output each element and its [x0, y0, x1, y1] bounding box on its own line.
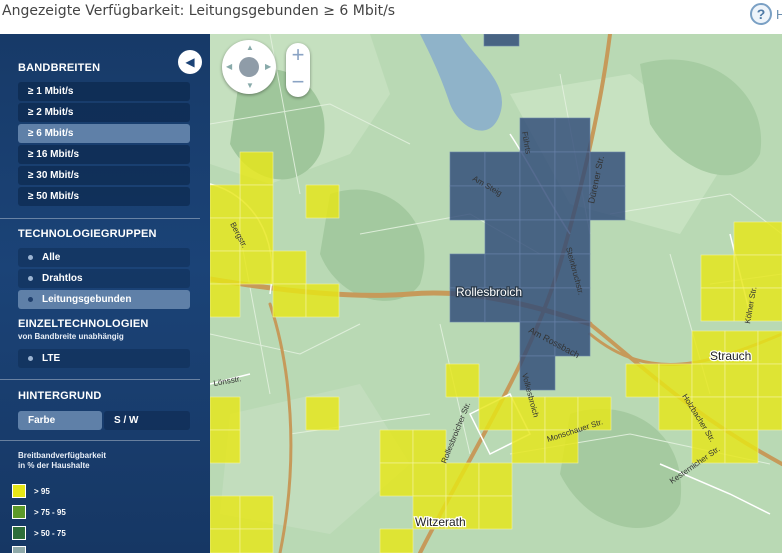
zoom-control: + −: [286, 43, 310, 97]
radio-dot-icon: [28, 297, 33, 302]
techgroup-label: Drahtlos: [42, 273, 83, 284]
pan-control[interactable]: ▲ ▼ ◀ ▶: [222, 40, 276, 94]
top-bar: Angezeigte Verfügbarkeit: Leitungsgebund…: [0, 0, 782, 34]
techgroup-drahtlos[interactable]: Drahtlos: [18, 269, 190, 288]
pan-right-icon[interactable]: ▶: [265, 62, 271, 71]
techgroup-label: Leitungsgebunden: [42, 294, 132, 305]
zoom-out-button[interactable]: −: [286, 70, 310, 97]
bandwidth-title: BANDBREITEN: [18, 62, 101, 74]
bandwidth-option-2[interactable]: ≥ 2 Mbit/s: [18, 103, 190, 122]
background-color-option[interactable]: Farbe: [18, 411, 102, 430]
globe-icon[interactable]: [239, 57, 259, 77]
radio-dot-icon: [28, 356, 33, 361]
legend-item: > 50 - 75: [12, 526, 66, 540]
divider: [0, 218, 200, 219]
label-strauch: Strauch: [710, 349, 751, 363]
label-witzerath: Witzerath: [415, 515, 466, 529]
background-bw-option[interactable]: S / W: [104, 411, 190, 430]
pan-down-icon[interactable]: ▼: [246, 81, 254, 90]
bandwidth-option-30[interactable]: ≥ 30 Mbit/s: [18, 166, 190, 185]
label-street: Lönsstr.: [213, 374, 242, 388]
bandwidth-option-6[interactable]: ≥ 6 Mbit/s: [18, 124, 190, 143]
singletech-title: EINZELTECHNOLOGIEN: [18, 318, 149, 330]
legend-subtitle: in % der Haushalte: [18, 461, 90, 470]
radio-dot-icon: [28, 255, 33, 260]
collapse-sidebar-icon[interactable]: ◀: [178, 50, 202, 74]
legend-swatch: [12, 484, 26, 498]
legend-title: Breitbandverfügbarkeit: [18, 451, 107, 460]
legend-label: > 50 - 75: [34, 528, 66, 538]
radio-dot-icon: [28, 276, 33, 281]
singletech-label: LTE: [42, 353, 61, 364]
divider: [0, 379, 200, 380]
legend-label: > 75 - 95: [34, 507, 66, 517]
legend-label: > 95: [34, 486, 50, 496]
singletech-lte[interactable]: LTE: [18, 349, 190, 368]
legend-item: > 95: [12, 484, 50, 498]
map-canvas[interactable]: Rollesbroich Strauch Witzerath Am Steig …: [210, 34, 782, 553]
page-title: Angezeigte Verfügbarkeit: Leitungsgebund…: [2, 3, 396, 19]
map-svg: Rollesbroich Strauch Witzerath Am Steig …: [210, 34, 782, 553]
zoom-in-button[interactable]: +: [286, 43, 310, 70]
background-title: HINTERGRUND: [18, 390, 102, 402]
techgroup-label: Alle: [42, 252, 61, 263]
singletech-subtitle: von Bandbreite unabhängig: [18, 332, 124, 341]
techgroup-alle[interactable]: Alle: [18, 248, 190, 267]
label-rollesbroich: Rollesbroich: [456, 285, 522, 299]
help-link[interactable]: ? H: [750, 3, 782, 25]
legend-item: > 75 - 95: [12, 505, 66, 519]
pan-left-icon[interactable]: ◀: [226, 62, 232, 71]
sidebar: ◀ BANDBREITEN ≥ 1 Mbit/s ≥ 2 Mbit/s ≥ 6 …: [0, 34, 210, 553]
legend-swatch: [12, 505, 26, 519]
bandwidth-option-16[interactable]: ≥ 16 Mbit/s: [18, 145, 190, 164]
help-label[interactable]: H: [776, 7, 782, 22]
legend-swatch: [12, 546, 26, 553]
bandwidth-option-50[interactable]: ≥ 50 Mbit/s: [18, 187, 190, 206]
river: [420, 34, 502, 131]
legend-item: [12, 546, 34, 553]
pan-up-icon[interactable]: ▲: [246, 43, 254, 52]
techgroups-title: TECHNOLOGIEGRUPPEN: [18, 228, 157, 240]
bandwidth-option-1[interactable]: ≥ 1 Mbit/s: [18, 82, 190, 101]
legend-swatch: [12, 526, 26, 540]
divider: [0, 440, 200, 441]
help-icon[interactable]: ?: [750, 3, 772, 25]
techgroup-leitungsgebunden[interactable]: Leitungsgebunden: [18, 290, 190, 309]
